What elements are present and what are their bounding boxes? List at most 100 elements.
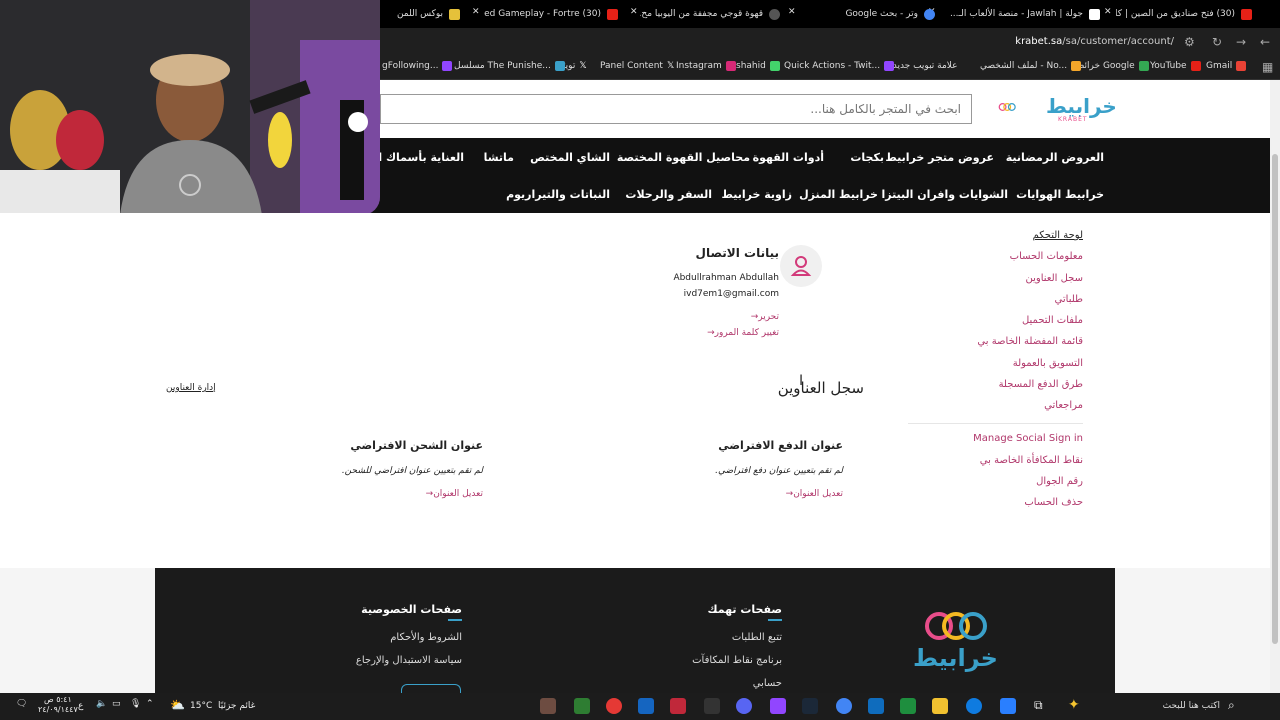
xbox-icon[interactable] bbox=[704, 698, 720, 714]
bookmark-instagram[interactable]: Instagram bbox=[676, 61, 736, 71]
weather-text[interactable]: غائم جزئيًا bbox=[218, 701, 255, 711]
footer-link-terms[interactable]: الشروط والأحكام bbox=[390, 632, 462, 643]
bookmark-label: Quick Actions - Twit... bbox=[784, 61, 881, 71]
tab-close-icon[interactable]: ✕ bbox=[472, 7, 480, 17]
sidebar-item-account-info[interactable]: معلومات الحساب bbox=[1010, 251, 1083, 262]
file-explorer-icon[interactable] bbox=[932, 698, 948, 714]
app-icon[interactable] bbox=[540, 698, 556, 714]
chevron-up-icon[interactable]: ⌃ bbox=[146, 699, 154, 709]
sidebar-item-reviews[interactable]: مراجعاتي bbox=[1044, 400, 1083, 411]
manage-addresses-link[interactable]: إدارة العناوين bbox=[166, 383, 216, 393]
sidebar-item-affiliate[interactable]: التسويق بالعمولة bbox=[1013, 358, 1083, 369]
language-indicator[interactable]: ع bbox=[78, 701, 83, 711]
bookmark-new-tab[interactable]: علامة تبويب جديدة bbox=[888, 61, 958, 71]
nav-item-packages[interactable]: بكجات bbox=[850, 151, 884, 164]
nav-item-ramadan-offers[interactable]: العروض الرمضانية bbox=[1006, 151, 1104, 164]
tab-1[interactable]: (30) فتح صناديق من الصين | كا... bbox=[1116, 0, 1252, 28]
nav-item-plants[interactable]: النباتات والتيراريوم bbox=[506, 188, 610, 201]
reload-icon[interactable]: ↻ bbox=[1212, 35, 1222, 49]
app-icon[interactable] bbox=[638, 698, 654, 714]
krabet-logo-icon[interactable] bbox=[998, 92, 1044, 122]
volume-icon[interactable]: 🔈 bbox=[96, 699, 107, 709]
sidebar-item-delete-account[interactable]: حذف الحساب bbox=[1024, 497, 1083, 508]
outlook-icon[interactable] bbox=[868, 698, 884, 714]
tab-5[interactable]: (30) Enlisted Gameplay - Fortre... bbox=[484, 0, 618, 28]
bookmark-maps[interactable]: خرائط Google bbox=[1076, 61, 1149, 71]
photos-app-icon[interactable] bbox=[1000, 698, 1016, 714]
microphone-icon[interactable]: 🎙 bbox=[130, 699, 141, 709]
nav-item-matcha[interactable]: ماتشا bbox=[484, 151, 514, 164]
tab-6[interactable]: بوكس اللمن bbox=[390, 0, 460, 28]
nav-item-fish-care[interactable]: العناية بأسماك الز bbox=[367, 151, 464, 164]
app-icon[interactable] bbox=[770, 698, 786, 714]
address-book-title: سجل العناوين bbox=[777, 379, 864, 397]
edge-icon[interactable] bbox=[966, 698, 982, 714]
discord-icon[interactable] bbox=[736, 698, 752, 714]
url-field[interactable]: krabet.sa/sa/customer/account/ bbox=[1015, 36, 1174, 47]
forward-icon[interactable]: → bbox=[1236, 35, 1246, 49]
sidebar-item-dashboard[interactable]: لوحة التحكم bbox=[1033, 230, 1083, 241]
network-icon[interactable]: ▭ bbox=[112, 699, 121, 709]
temperature-text[interactable]: 15°C bbox=[190, 701, 212, 711]
sidebar-item-address-book[interactable]: سجل العناوين bbox=[1025, 273, 1083, 284]
store-icon[interactable] bbox=[900, 698, 916, 714]
nav-item-specialty-tea[interactable]: الشاي المختص bbox=[530, 151, 610, 164]
sidebar-item-wishlist[interactable]: قائمة المفضلة الخاصة بي bbox=[977, 336, 1083, 347]
bookmark-panel[interactable]: Panel Content 𝕏 bbox=[600, 61, 674, 71]
bookmark-shahid[interactable]: shahid bbox=[736, 61, 780, 71]
page-scrollbar[interactable] bbox=[1270, 80, 1280, 693]
copilot-icon[interactable]: ✦ bbox=[1068, 697, 1080, 713]
bookmark-punisher[interactable]: مسلسل The Punishe... bbox=[454, 61, 565, 71]
sidebar-item-mobile[interactable]: رقم الجوال bbox=[1036, 476, 1083, 487]
sidebar-item-downloads[interactable]: ملفات التحميل bbox=[1022, 315, 1083, 326]
notifications-icon[interactable]: 🗨 bbox=[16, 699, 27, 709]
task-view-icon[interactable]: ⧉ bbox=[1034, 698, 1043, 713]
nav-item-home[interactable]: خرابيط المنزل bbox=[799, 188, 878, 201]
sidebar-item-orders[interactable]: طلباتي bbox=[1055, 294, 1083, 305]
clock[interactable]: ٥:٤١ ص ٢٤/٠٩/١٤٤٧ bbox=[38, 695, 78, 715]
apps-grid-icon[interactable]: ▦ bbox=[1262, 60, 1273, 74]
steam-icon[interactable] bbox=[802, 698, 818, 714]
bookmark-youtube[interactable]: YouTube bbox=[1150, 61, 1201, 71]
search-icon[interactable]: ⌕ bbox=[1228, 698, 1235, 713]
weather-icon[interactable]: ⛅ bbox=[170, 698, 185, 712]
edit-contact-link[interactable]: تحرير→ bbox=[751, 312, 779, 322]
nav-item-store-offers[interactable]: عروض متجر خرابيط bbox=[885, 151, 994, 164]
footer-link-track-orders[interactable]: تتبع الطلبات bbox=[732, 632, 782, 643]
nav-item-corner[interactable]: زاوية خرابيط bbox=[721, 188, 792, 201]
footer-link-my-account[interactable]: حسابي bbox=[753, 678, 782, 689]
bookmark-profile[interactable]: لملف الشخصي - No... bbox=[980, 61, 1082, 71]
obs-icon[interactable] bbox=[606, 698, 622, 714]
edit-billing-address-link[interactable]: تعديل العنوان→ bbox=[786, 489, 843, 499]
sidebar-item-social-signin[interactable]: Manage Social Sign in bbox=[973, 433, 1083, 444]
nav-item-grills[interactable]: الشوايات وافران البيتزا bbox=[881, 188, 1008, 201]
footer-link-rewards[interactable]: برنامج نقاط المكافآت bbox=[692, 655, 782, 666]
footer-link-returns[interactable]: سياسة الاستبدال والإرجاع bbox=[356, 655, 462, 666]
tab-close-icon[interactable]: ✕ bbox=[1104, 7, 1112, 17]
search-input[interactable] bbox=[381, 95, 971, 123]
tab-close-icon[interactable]: ✕ bbox=[630, 7, 638, 17]
tab-close-icon[interactable]: ✕ bbox=[788, 7, 796, 17]
bookmark-gmail[interactable]: Gmail bbox=[1206, 61, 1247, 71]
change-password-link[interactable]: تغيير كلمة المرور→ bbox=[707, 328, 779, 338]
bookmark-following[interactable]: gFollowing... bbox=[382, 61, 453, 71]
bookmark-twitch[interactable]: Quick Actions - Twit... bbox=[784, 61, 895, 71]
app-icon[interactable] bbox=[574, 698, 590, 714]
nav-item-coffee-tools[interactable]: أدوات القهوة bbox=[753, 151, 824, 164]
nav-item-specialty-coffee[interactable]: محاصيل القهوة المختصة bbox=[617, 151, 750, 164]
chrome-icon[interactable] bbox=[836, 698, 852, 714]
taskbar-search-input[interactable]: اكتب هنا للبحث bbox=[1163, 701, 1220, 711]
scrollbar-thumb[interactable] bbox=[1272, 154, 1278, 644]
edit-shipping-address-link[interactable]: تعديل العنوان→ bbox=[426, 489, 483, 499]
site-settings-icon[interactable]: ⚙ bbox=[1184, 35, 1195, 49]
back-icon[interactable]: ← bbox=[1260, 35, 1270, 49]
tab-3[interactable]: وتر - بحث Google bbox=[800, 0, 935, 28]
next-app-icon[interactable] bbox=[670, 698, 686, 714]
sidebar-item-payment-methods[interactable]: طرق الدفع المسجلة bbox=[999, 379, 1083, 390]
tab-2[interactable]: جولة | Jawlah - منصة الألعاب الـ... bbox=[940, 0, 1100, 28]
nav-item-travel[interactable]: السفر والرحلات bbox=[625, 188, 712, 201]
sidebar-item-reward-points[interactable]: نقاط المكافأة الخاصة بي bbox=[980, 455, 1083, 466]
nav-item-hobbies[interactable]: خرابيط الهوايات bbox=[1016, 188, 1104, 201]
tab-4[interactable]: قهوة قوجي مجففة من اليوبيا مح... bbox=[640, 0, 780, 28]
text-cursor-icon: I bbox=[799, 373, 804, 389]
